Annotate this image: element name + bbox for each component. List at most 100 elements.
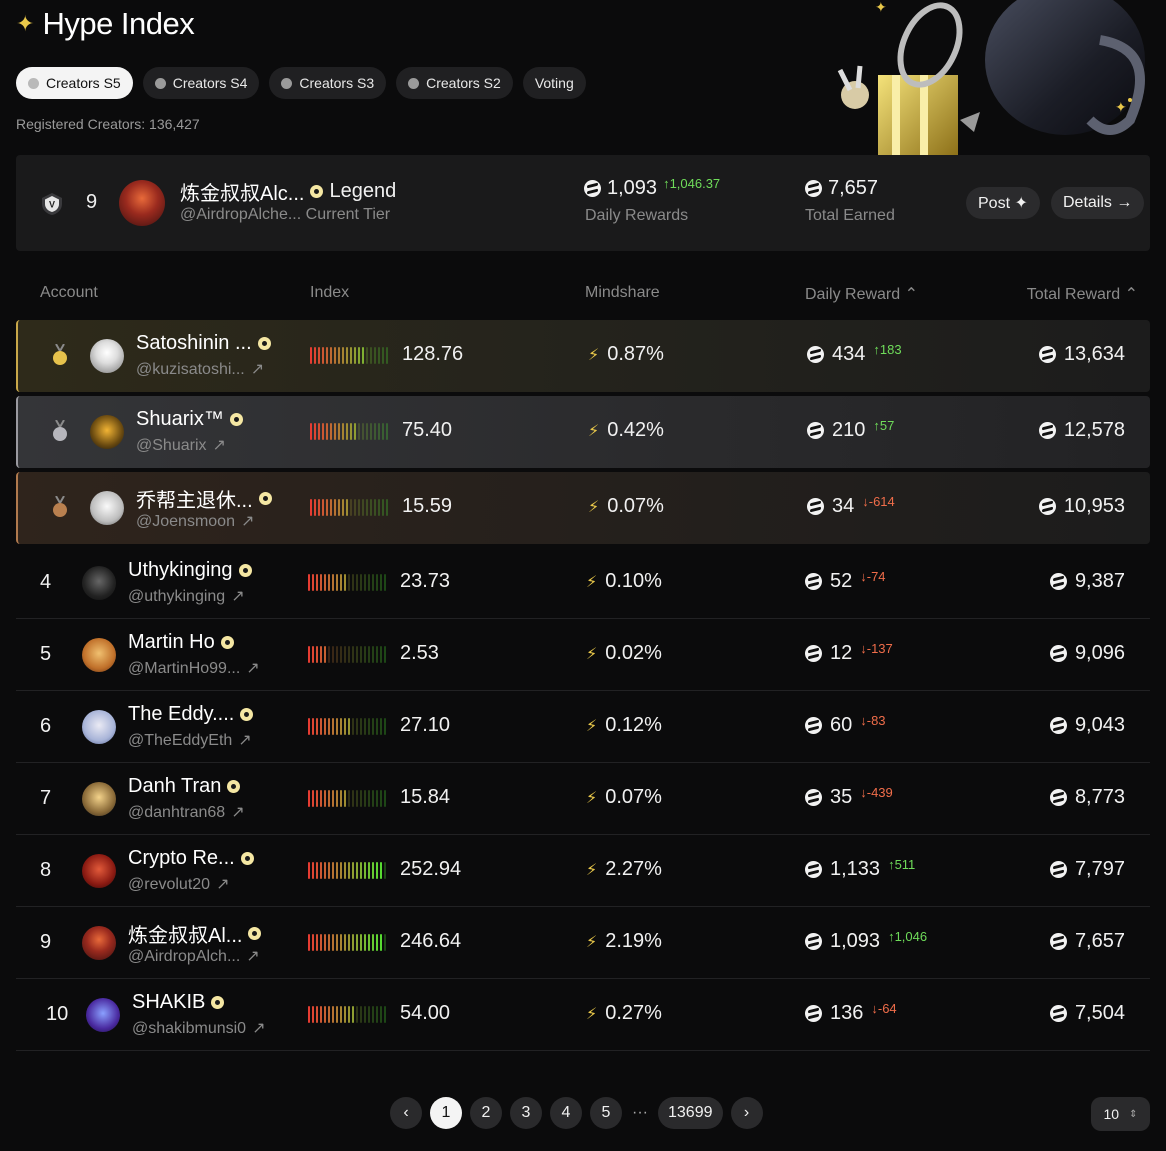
index-bar (352, 646, 354, 663)
account-name[interactable]: Crypto Re... (128, 847, 235, 870)
avatar[interactable] (90, 491, 124, 525)
page-5-button[interactable]: 5 (590, 1097, 622, 1129)
account-name[interactable]: Uthykinging (128, 559, 233, 582)
page-size-select[interactable]: 10 ⇕ (1091, 1097, 1150, 1131)
account-name[interactable]: Martin Ho (128, 631, 215, 654)
index-bar (336, 574, 338, 591)
account-handle[interactable]: @MartinHo99... (128, 660, 240, 677)
tab-voting[interactable]: Voting (522, 67, 586, 99)
table-row[interactable]: 6 The Eddy.... @TheEddyEth ↗ 27.10 ⚡ 0.12% 60 ↓-… (16, 691, 1150, 763)
verified-badge-icon (248, 927, 262, 940)
next-page-button[interactable]: › (730, 1097, 763, 1129)
table-row[interactable]: Satoshinin ... @kuzisatoshi... ↗ 128.76 ⚡ 0.8… (16, 320, 1150, 392)
avatar[interactable] (82, 854, 116, 888)
total-reward-value: 9,387 (1074, 570, 1125, 592)
table-row[interactable]: 9 炼金叔叔Al... @AirdropAlch... ↗ 246.64 ⚡ 2.19% 1,… (16, 907, 1150, 979)
avatar[interactable] (82, 710, 116, 744)
table-row[interactable]: 8 Crypto Re... @revolut20 ↗ 252.94 ⚡ 2.27% 1,13… (16, 835, 1150, 907)
index-bar (334, 423, 336, 440)
my-name[interactable]: 炼金叔叔Alc... (180, 177, 304, 206)
external-link-icon[interactable]: ↗ (213, 437, 226, 454)
external-link-icon[interactable]: ↗ (251, 361, 264, 378)
account-handle-row: @shakibmunsi0 ↗ (132, 1018, 265, 1038)
page-3-button[interactable]: 3 (510, 1097, 542, 1129)
account-handle-row: @uthykinging ↗ (128, 586, 245, 606)
tab-creators-s2[interactable]: Creators S2 (396, 67, 513, 99)
account-name[interactable]: 乔帮主退休... (136, 484, 253, 513)
external-link-icon[interactable]: ↗ (216, 876, 229, 893)
col-total-reward[interactable]: Total Reward ⌃ (1027, 284, 1138, 304)
index-bar (366, 499, 368, 516)
account-handle[interactable]: @revolut20 (128, 876, 210, 893)
table-row[interactable]: 4 Uthykinging @uthykinging ↗ 23.73 ⚡ 0.10% 52 ↓-… (16, 547, 1150, 619)
avatar[interactable] (90, 415, 124, 449)
external-link-icon[interactable]: ↗ (252, 1020, 265, 1037)
index-bar (318, 499, 320, 516)
account-name[interactable]: Shuarix™ (136, 408, 224, 431)
external-link-icon[interactable]: ↗ (241, 513, 254, 530)
mindshare-value: 0.07% (605, 786, 662, 808)
my-handle[interactable]: @AirdropAlche... (180, 206, 301, 223)
prev-page-button[interactable]: ‹ (390, 1097, 422, 1129)
tab-creators-s3[interactable]: Creators S3 (269, 67, 387, 99)
account-handle[interactable]: @danhtran68 (128, 804, 225, 821)
index-bar (368, 862, 370, 879)
account-handle[interactable]: @Shuarix (136, 437, 207, 454)
index-bar (358, 499, 360, 516)
account-name[interactable]: SHAKIB (132, 991, 205, 1014)
post-button[interactable]: Post ✦ (966, 187, 1040, 219)
account-handle[interactable]: @TheEddyEth (128, 732, 232, 749)
page-4-button[interactable]: 4 (550, 1097, 582, 1129)
account-handle[interactable]: @Joensmoon (136, 513, 235, 530)
mindshare-cell: ⚡ 0.07% (588, 495, 664, 518)
tab-creators-s4[interactable]: Creators S4 (142, 67, 260, 99)
avatar[interactable] (82, 566, 116, 600)
avatar[interactable] (86, 998, 120, 1032)
avatar[interactable] (82, 926, 116, 960)
col-daily-reward[interactable]: Daily Reward ⌃ (805, 284, 918, 304)
table-row[interactable]: Shuarix™ @Shuarix ↗ 75.40 ⚡ 0.42% 210 ↑57 12,578 (16, 396, 1150, 468)
account-handle[interactable]: @shakibmunsi0 (132, 1020, 246, 1037)
last-page-button[interactable]: 13699 (658, 1097, 723, 1129)
mindshare-cell: ⚡ 2.19% (586, 930, 662, 953)
index-value: 27.10 (400, 714, 451, 736)
account-handle[interactable]: @uthykinging (128, 588, 225, 605)
index-bar (318, 347, 320, 364)
account-handle[interactable]: @kuzisatoshi... (136, 361, 245, 378)
index-bar (368, 574, 370, 591)
index-bar (368, 934, 370, 951)
my-handle-row: @AirdropAlche... Current Tier (180, 206, 390, 224)
account-handle[interactable]: @AirdropAlch... (128, 948, 240, 965)
index-bar (378, 347, 380, 364)
avatar[interactable] (82, 638, 116, 672)
table-row[interactable]: 7 Danh Tran @danhtran68 ↗ 15.84 ⚡ 0.07% 35 ↓-439… (16, 763, 1150, 835)
external-link-icon[interactable]: ↗ (231, 804, 244, 821)
index-bar (356, 1006, 358, 1023)
details-button[interactable]: Details → (1051, 187, 1145, 219)
account-name[interactable]: Danh Tran (128, 775, 221, 798)
table-row[interactable]: 5 Martin Ho @MartinHo99... ↗ 2.53 ⚡ 0.02% 12 ↓-1… (16, 619, 1150, 691)
external-link-icon[interactable]: ↗ (246, 660, 259, 677)
external-link-icon[interactable]: ↗ (246, 948, 259, 965)
table-row[interactable]: 乔帮主退休... @Joensmoon ↗ 15.59 ⚡ 0.07% 34 ↓-614 10,… (16, 472, 1150, 544)
external-link-icon[interactable]: ↗ (231, 588, 244, 605)
index-bar (310, 499, 312, 516)
page-1-button[interactable]: 1 (430, 1097, 462, 1129)
tab-creators-s5[interactable]: Creators S5 (16, 67, 133, 99)
avatar[interactable] (119, 180, 165, 226)
account-name[interactable]: Satoshinin ... (136, 332, 252, 355)
account-name[interactable]: 炼金叔叔Al... (128, 919, 242, 948)
lightning-icon: ⚡ (586, 933, 598, 951)
index-bar (370, 499, 372, 516)
page-2-button[interactable]: 2 (470, 1097, 502, 1129)
avatar[interactable] (90, 339, 124, 373)
index-bar (348, 646, 350, 663)
table-row[interactable]: 10 SHAKIB @shakibmunsi0 ↗ 54.00 ⚡ 0.27% 136 ↓-64… (16, 979, 1150, 1051)
external-link-icon[interactable]: ↗ (238, 732, 251, 749)
daily-rewards-value: 1,093 (607, 177, 658, 199)
index-bar (340, 574, 342, 591)
account-name[interactable]: The Eddy.... (128, 703, 234, 726)
index-bar (340, 718, 342, 735)
avatar[interactable] (82, 782, 116, 816)
index-value: 128.76 (402, 343, 464, 365)
